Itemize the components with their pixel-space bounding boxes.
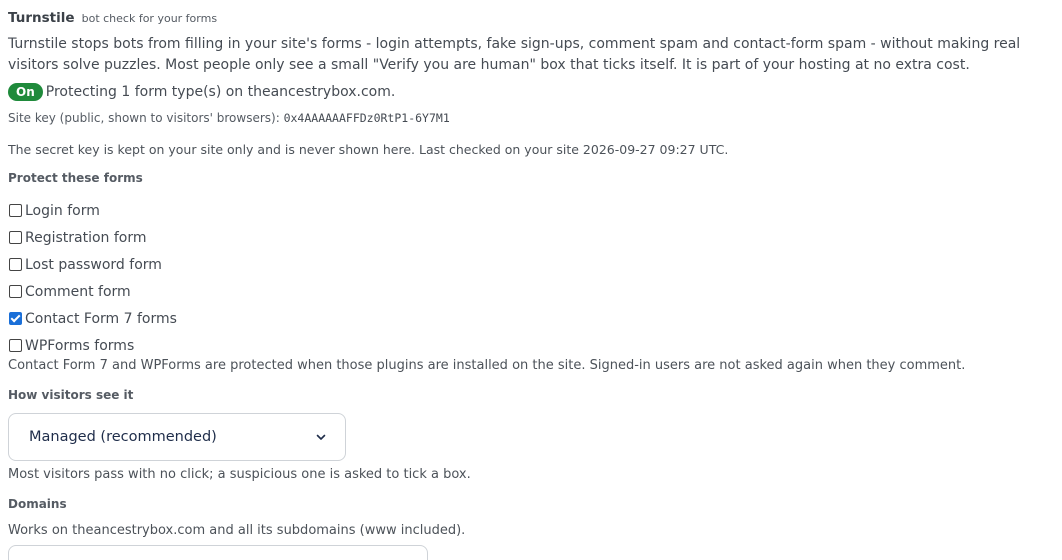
visibility-label: How visitors see it xyxy=(8,388,134,402)
checkbox-box[interactable] xyxy=(9,339,22,352)
status-text: Protecting 1 form type(s) on theancestry… xyxy=(45,84,396,100)
panel-header: Turnstile bot check for your forms xyxy=(8,7,217,26)
checkbox-registration-form[interactable]: Registration form xyxy=(8,224,177,251)
status-row: On Protecting 1 form type(s) on theances… xyxy=(8,83,395,101)
checkbox-box[interactable] xyxy=(9,231,22,244)
checkbox-box[interactable] xyxy=(9,285,22,298)
secret-key-note: The secret key is kept on your site only… xyxy=(8,142,729,157)
panel-subtitle: bot check for your forms xyxy=(81,12,218,25)
panel-title: Turnstile xyxy=(8,10,75,26)
checkbox-box[interactable] xyxy=(9,204,22,217)
site-key-row: Site key (public, shown to visitors' bro… xyxy=(8,111,450,125)
checkbox-lost-password-form[interactable]: Lost password form xyxy=(8,251,177,278)
checkbox-label: Login form xyxy=(25,202,100,219)
checkbox-label: Registration form xyxy=(25,229,147,246)
checkbox-comment-form[interactable]: Comment form xyxy=(8,278,177,305)
status-badge: On xyxy=(8,83,43,101)
checkbox-contact-form-7[interactable]: Contact Form 7 forms xyxy=(8,305,177,332)
checkbox-label: WPForms forms xyxy=(25,337,135,354)
plugins-note: Contact Form 7 and WPForms are protected… xyxy=(8,358,966,373)
domains-note: Works on theancestrybox.com and all its … xyxy=(8,523,466,538)
site-key-label: Site key (public, shown to visitors' bro… xyxy=(8,111,280,125)
checkbox-login-form[interactable]: Login form xyxy=(8,197,177,224)
visibility-mode-select[interactable]: Managed (recommended) xyxy=(8,413,346,461)
domains-input[interactable] xyxy=(8,545,428,560)
checkbox-label: Lost password form xyxy=(25,256,162,273)
chevron-down-icon xyxy=(316,434,326,440)
checkbox-box[interactable] xyxy=(9,258,22,271)
visibility-note: Most visitors pass with no click; a susp… xyxy=(8,467,471,482)
protect-forms-list: Login form Registration form Lost passwo… xyxy=(8,197,177,359)
check-icon[interactable] xyxy=(9,312,22,325)
checkbox-label: Comment form xyxy=(25,283,131,300)
domains-label: Domains xyxy=(8,497,67,511)
protect-forms-label: Protect these forms xyxy=(8,171,143,185)
intro-text: Turnstile stops bots from filling in you… xyxy=(8,36,1021,73)
checkbox-label: Contact Form 7 forms xyxy=(25,310,177,327)
checkbox-wpforms[interactable]: WPForms forms xyxy=(8,332,177,359)
site-key-value: 0x4AAAAAAFFDz0RtP1-6Y7M1 xyxy=(283,111,450,125)
visibility-mode-value: Managed (recommended) xyxy=(29,429,217,445)
